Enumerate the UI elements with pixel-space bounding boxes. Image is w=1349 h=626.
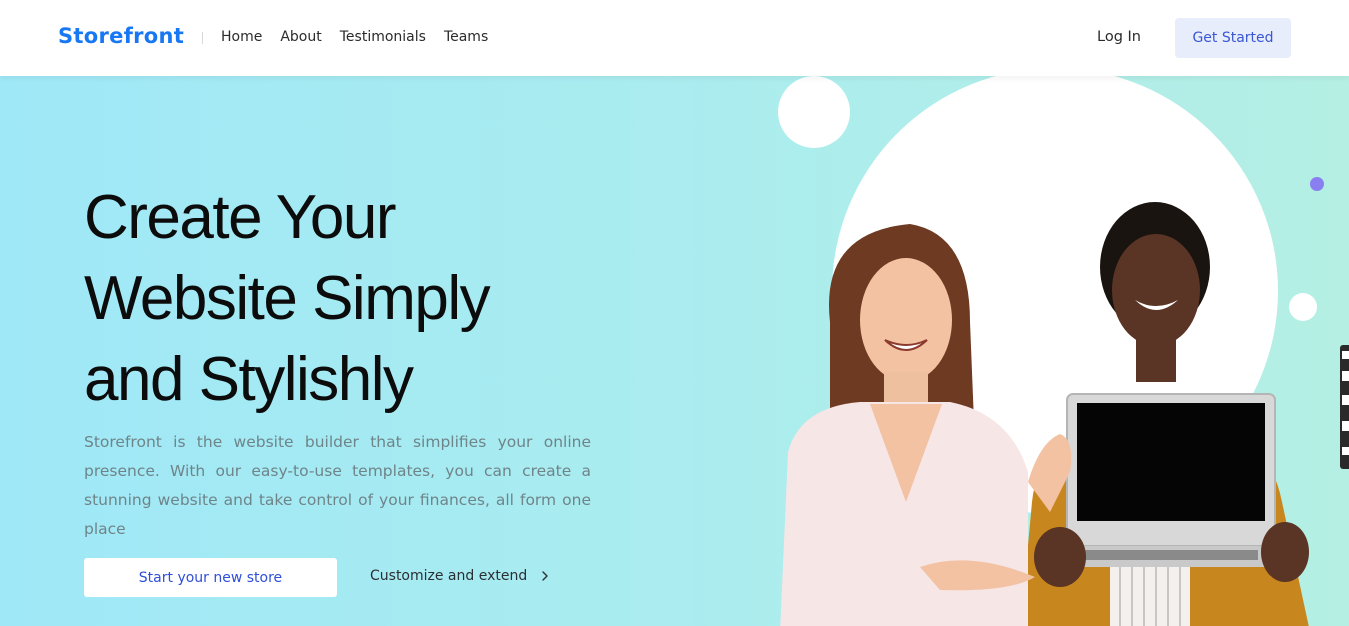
copy-icon[interactable] [1342,421,1349,431]
laptop [1034,393,1309,587]
woman-figure [780,224,1072,626]
hero-headline: Create Your Website Simply and Stylishly [84,177,604,420]
customize-link-label: Customize and extend [370,568,528,584]
headline-line-2: Website Simply [84,264,491,333]
nav-testimonials[interactable]: Testimonials [340,29,426,45]
headline-line-3: and Stylishly [84,345,414,414]
side-toolbar[interactable] [1340,345,1349,469]
logo[interactable]: Storefront [58,24,184,48]
headline-line-1: Create Your [84,183,396,252]
main-nav: Home About Testimonials Teams [221,29,488,45]
nav-home[interactable]: Home [221,29,262,45]
get-started-button[interactable]: Get Started [1175,18,1291,58]
chevron-right-icon [542,571,548,581]
decorative-circle-small [778,76,850,148]
start-store-button[interactable]: Start your new store [84,558,337,597]
edit-icon[interactable] [1342,351,1349,359]
site-header: Storefront Home About Testimonials Teams… [0,0,1349,76]
gear-icon[interactable] [1342,447,1349,455]
nav-divider [202,32,203,44]
hero-section: Create Your Website Simply and Stylishly… [0,76,1349,626]
square-icon[interactable] [1342,371,1349,381]
hero-description: Storefront is the website builder that s… [84,433,591,538]
customize-link[interactable]: Customize and extend [370,568,551,584]
hero-people-illustration [780,202,1309,626]
square-icon[interactable] [1342,395,1349,405]
nav-teams[interactable]: Teams [444,29,488,45]
nav-about[interactable]: About [280,29,321,45]
login-link[interactable]: Log In [1097,29,1141,45]
